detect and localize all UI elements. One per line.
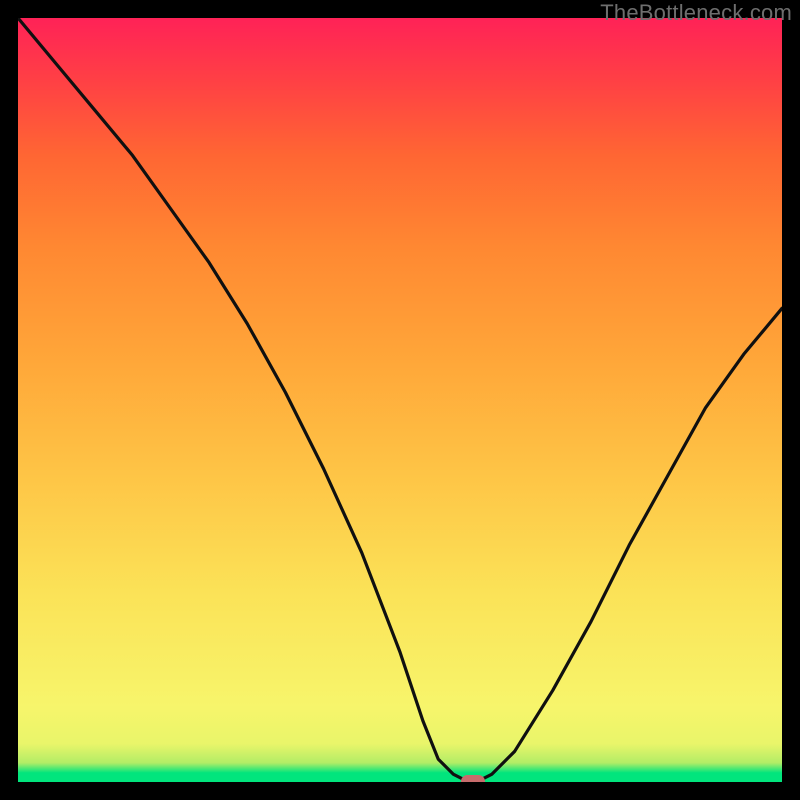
plot-area xyxy=(18,18,782,782)
optimal-marker xyxy=(461,775,485,783)
chart-container: TheBottleneck.com xyxy=(0,0,800,800)
watermark-text: TheBottleneck.com xyxy=(600,0,792,26)
bottleneck-curve xyxy=(18,18,782,782)
curve-layer xyxy=(18,18,782,782)
